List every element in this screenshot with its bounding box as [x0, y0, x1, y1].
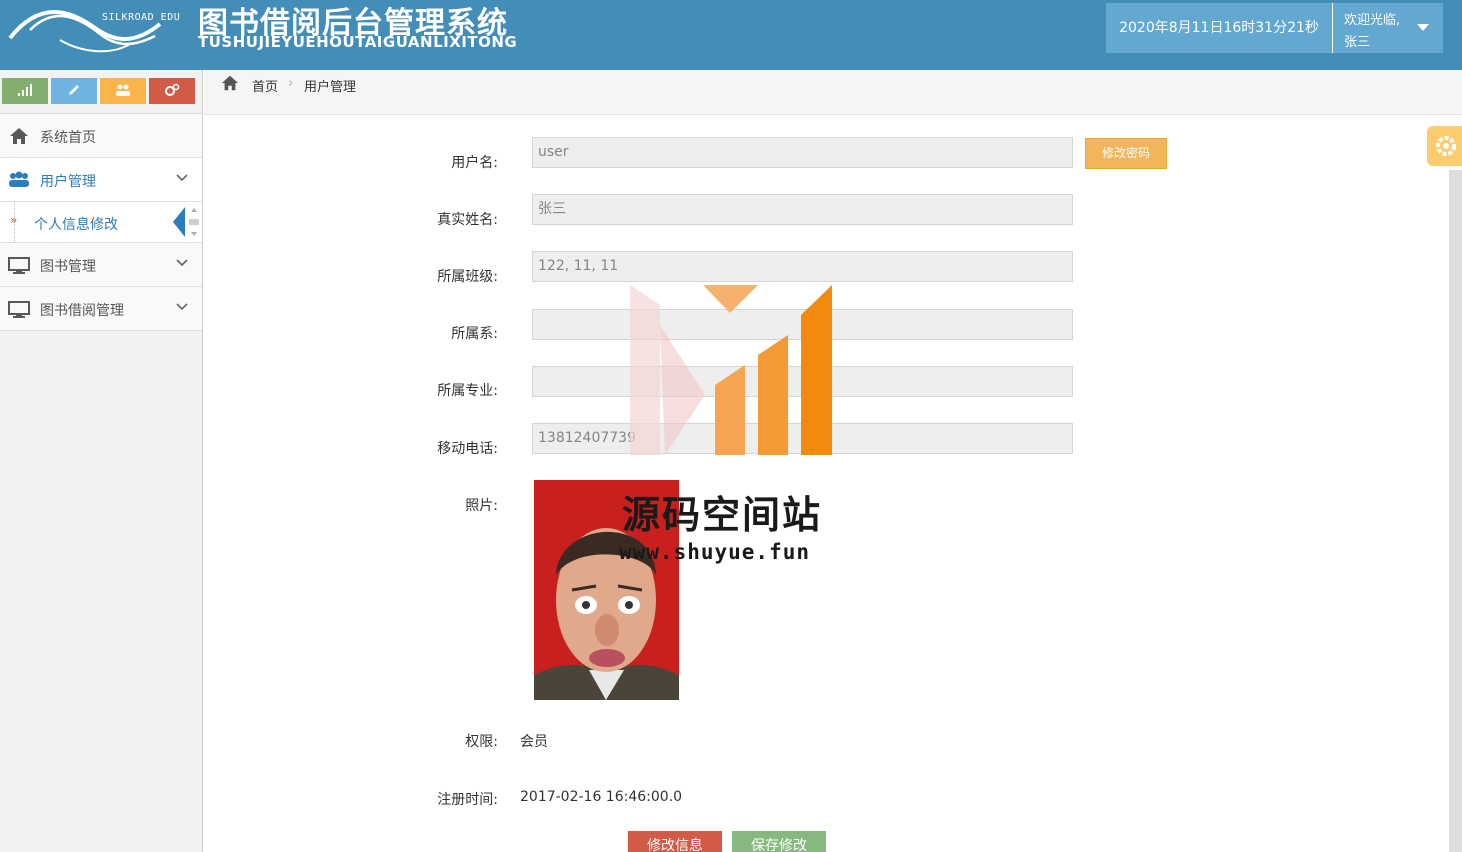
sidebar-item-label: 个人信息修改	[34, 217, 118, 233]
sidebar: 系统首页 用户管理 » 个人信息修改 图书管理 图书借阅管理	[0, 70, 203, 852]
desktop-icon	[8, 301, 30, 318]
save-changes-button[interactable]: 保存修改	[732, 831, 826, 852]
major-field[interactable]	[532, 366, 1073, 397]
chevron-down-icon	[176, 174, 188, 182]
sidebar-item-label: 用户管理	[40, 174, 96, 190]
site-subtitle: TUSHUJIEYUEHOUTAIGUANLIXITONG	[198, 33, 518, 51]
datetime-display: 2020年8月11日16时31分21秒	[1106, 3, 1333, 53]
department-label: 所属系:	[451, 326, 498, 342]
user-menu[interactable]: 欢迎光临, 张三	[1334, 3, 1443, 53]
breadcrumb-home-link[interactable]: 首页	[252, 76, 278, 95]
caret-down-icon[interactable]	[1417, 24, 1429, 31]
major-label: 所属专业:	[437, 383, 498, 399]
chevron-down-icon	[176, 303, 188, 311]
department-field[interactable]	[532, 309, 1073, 340]
regtime-value: 2017-02-16 16:46:00.0	[520, 789, 683, 805]
users-icon	[116, 84, 130, 96]
header-right: 2020年8月11日16时31分21秒 欢迎光临, 张三	[1106, 3, 1443, 53]
page-scrollbar[interactable]	[1449, 170, 1462, 852]
gear-icon	[1436, 136, 1456, 156]
mini-scrollbar[interactable]	[188, 204, 200, 240]
desktop-icon	[8, 257, 30, 274]
watermark-url: www.shuyue.fun	[619, 540, 811, 564]
double-angle-right-icon: »	[10, 213, 18, 227]
breadcrumb-current: 用户管理	[304, 80, 357, 95]
phone-field[interactable]: 13812407739	[532, 423, 1073, 454]
shortcut-cogs-button[interactable]	[149, 78, 195, 104]
signal-icon	[18, 84, 32, 96]
sidebar-item-borrow-management[interactable]: 图书借阅管理	[0, 287, 202, 331]
home-icon	[10, 128, 28, 144]
sidebar-item-label: 系统首页	[40, 130, 96, 146]
class-label: 所属班级:	[437, 269, 498, 285]
shortcut-bar	[0, 70, 202, 114]
realname-label: 真实姓名:	[437, 212, 498, 228]
logo-swoosh-icon	[8, 10, 162, 53]
sidebar-item-label: 图书管理	[40, 259, 96, 275]
welcome-text: 欢迎光临,	[1344, 13, 1401, 28]
realname-field[interactable]: 张三	[532, 194, 1073, 225]
pencil-icon	[69, 85, 79, 95]
photo-label: 照片:	[465, 498, 498, 514]
username-field[interactable]: user	[532, 137, 1073, 168]
sidebar-item-label: 图书借阅管理	[40, 303, 124, 319]
shortcut-signal-button[interactable]	[2, 78, 48, 104]
sidebar-item-user-management[interactable]: 用户管理	[0, 158, 202, 202]
users-icon	[9, 171, 29, 187]
sidebar-subitem-profile-edit[interactable]: » 个人信息修改	[0, 202, 202, 243]
change-password-button[interactable]: 修改密码	[1085, 138, 1167, 169]
home-icon[interactable]	[220, 74, 240, 92]
edit-info-button[interactable]: 修改信息	[628, 831, 722, 852]
breadcrumb: 首页 › 用户管理	[204, 70, 1462, 115]
sidebar-item-home[interactable]: 系统首页	[0, 114, 202, 158]
regtime-label: 注册时间:	[437, 792, 498, 808]
top-header: SILKROAD EDU 图书借阅后台管理系统 TUSHUJIEYUEHOUTA…	[0, 0, 1462, 70]
shortcut-users-button[interactable]	[100, 78, 146, 104]
shortcut-pencil-button[interactable]	[51, 78, 97, 104]
chevron-down-icon	[176, 259, 188, 267]
username-label: 用户名:	[451, 155, 498, 171]
logo-text: SILKROAD EDU	[102, 12, 181, 23]
role-label: 权限:	[465, 734, 498, 750]
role-value: 会员	[520, 734, 548, 750]
class-field[interactable]: 122, 11, 11	[532, 251, 1073, 282]
phone-label: 移动电话:	[437, 441, 498, 457]
watermark-name: 源码空间站	[622, 493, 823, 537]
breadcrumb-separator-icon: ›	[288, 76, 294, 91]
settings-toggle-button[interactable]	[1427, 126, 1462, 166]
sidebar-item-book-management[interactable]: 图书管理	[0, 243, 202, 287]
active-pointer-icon	[173, 207, 185, 237]
username-text: 张三	[1344, 35, 1371, 50]
cogs-icon	[165, 83, 180, 96]
